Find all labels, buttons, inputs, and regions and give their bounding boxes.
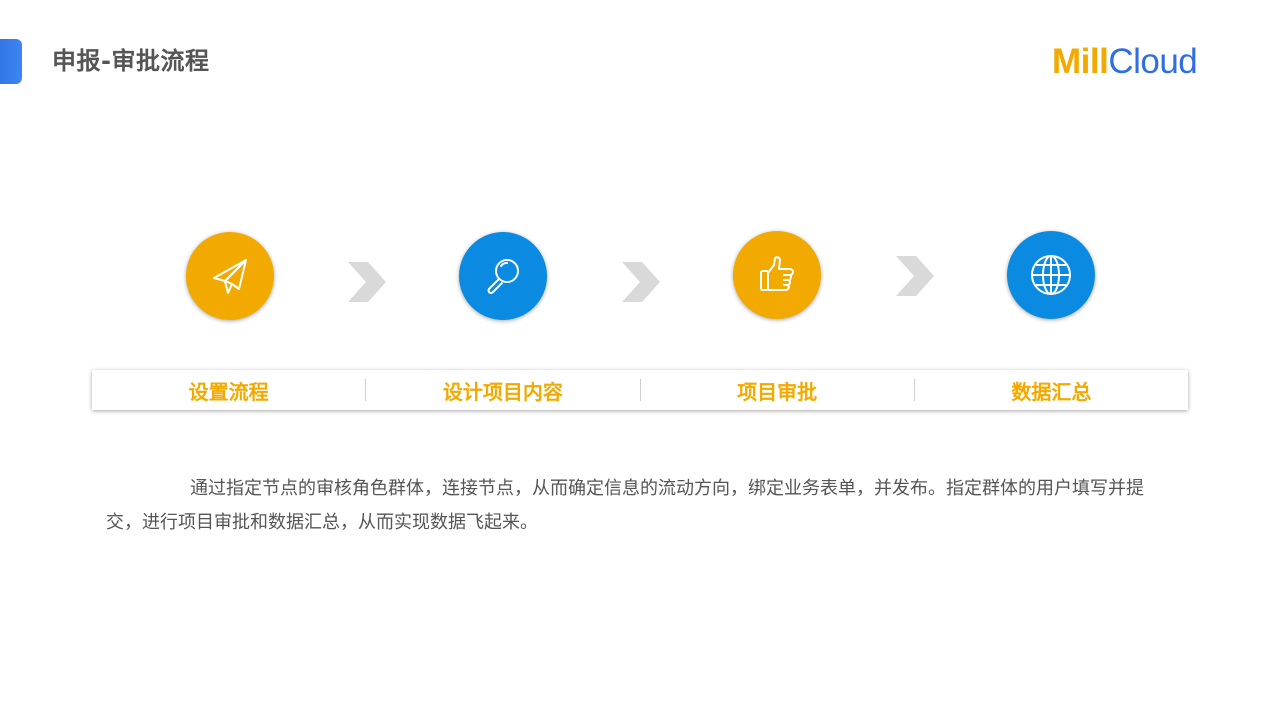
step-label-data-summary: 数据汇总 xyxy=(1011,379,1092,404)
step-circle-setup-flow xyxy=(186,232,274,320)
step-labels-bar: 设置流程 设计项目内容 项目审批 数据汇总 xyxy=(92,370,1188,410)
slide: 申报-审批流程 MillCloud 设置流程 设计项目内容 项目审批 数据汇总 … xyxy=(0,0,1280,720)
thumbs-up-icon xyxy=(760,256,794,291)
step-label-project-approval: 项目审批 xyxy=(737,379,818,404)
step-circle-project-approval xyxy=(733,231,821,319)
globe-icon xyxy=(1031,255,1071,295)
step-label-setup-flow: 设置流程 xyxy=(188,379,269,404)
step-circle-data-summary xyxy=(1007,231,1095,319)
chevron-right-icon xyxy=(348,262,386,302)
description-paragraph: 通过指定节点的审核角色群体，连接节点，从而确定信息的流动方向，绑定业务表单，并发… xyxy=(106,478,1144,533)
chevron-right-icon xyxy=(622,262,660,302)
title-accent-bar xyxy=(0,39,22,84)
logo-part-mill: Mill xyxy=(1052,42,1109,81)
millcloud-logo: MillCloud xyxy=(1052,40,1198,84)
page-title: 申报-审批流程 xyxy=(52,47,210,75)
magnifier-icon xyxy=(487,259,519,294)
step-circle-design-content xyxy=(459,232,547,320)
logo-part-cloud: Cloud xyxy=(1108,42,1198,81)
chevron-right-icon xyxy=(896,256,934,296)
paper-plane-icon xyxy=(213,259,247,294)
step-label-design-content: 设计项目内容 xyxy=(442,379,563,404)
